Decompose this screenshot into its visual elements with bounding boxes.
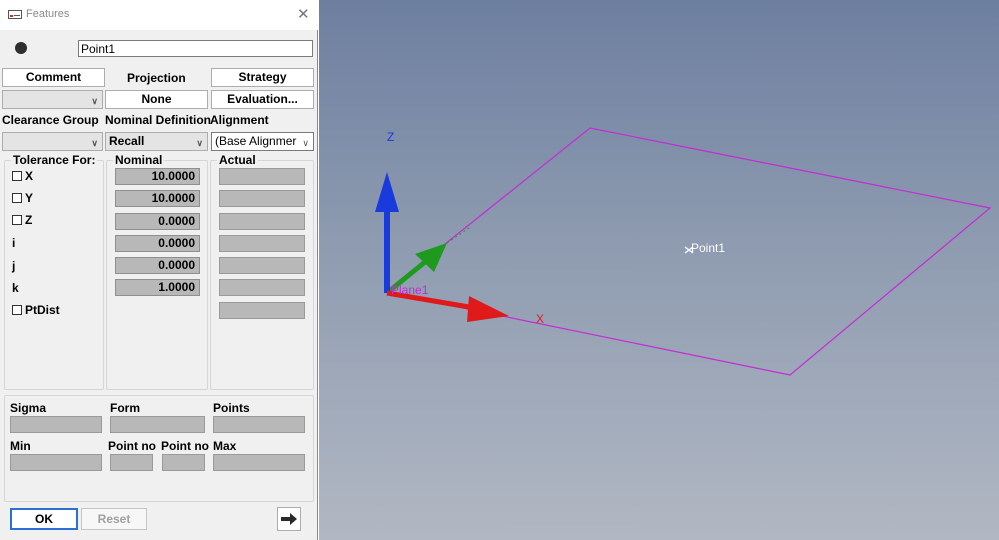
window-title: Features	[26, 8, 70, 20]
tolerance-ptdist-label: PtDist	[25, 303, 60, 317]
tolerance-k-label: k	[12, 281, 19, 295]
nominal-definition-select[interactable]: Recall ∨	[105, 132, 208, 151]
nominal-i-value[interactable]: 0.0000	[115, 235, 200, 252]
nominal-definition-label: Nominal Definition	[105, 113, 211, 127]
x-axis-arrow	[386, 290, 509, 322]
nominal-title: Nominal	[113, 153, 165, 167]
tolerance-y-label: Y	[25, 191, 34, 205]
point1-label: Point1	[691, 241, 726, 255]
max-value	[213, 454, 305, 471]
right-arrow-icon	[281, 513, 297, 525]
reset-button: Reset	[81, 508, 147, 530]
actual-i-value[interactable]	[219, 235, 305, 252]
nominal-j-value[interactable]: 0.0000	[115, 257, 200, 274]
sigma-value	[10, 416, 102, 433]
z-axis-label: Z	[387, 130, 395, 144]
clearance-group-label: Clearance Group	[2, 113, 99, 127]
chevron-down-icon: ∨	[302, 138, 309, 148]
features-dialog: Features ✕ Comment Projection Strategy ∨…	[0, 0, 318, 540]
alignment-value: (Base Alignmer	[215, 134, 297, 148]
tolerance-i-label: i	[12, 236, 16, 250]
tolerance-z-checkbox[interactable]	[12, 215, 22, 225]
actual-y-value[interactable]	[219, 190, 305, 207]
point-no-min-value	[110, 454, 153, 471]
tolerance-for-title: Tolerance For:	[11, 153, 98, 167]
chevron-down-icon: ∨	[91, 138, 98, 148]
point-no-min-label: Point no	[108, 439, 156, 453]
feature-status-icon	[15, 42, 27, 54]
point-no-max-label: Point no	[161, 439, 209, 453]
tolerance-z-label: Z	[25, 213, 33, 227]
tolerance-x-label: X	[25, 169, 34, 183]
tolerance-ptdist-checkbox[interactable]	[12, 305, 22, 315]
nominal-k-value[interactable]: 1.0000	[115, 279, 200, 296]
plane1-label: Plane1	[391, 283, 429, 297]
nominal-x-value[interactable]: 10.0000	[115, 168, 200, 185]
actual-j-value[interactable]	[219, 257, 305, 274]
app-icon	[8, 10, 22, 19]
point-no-max-value	[162, 454, 205, 471]
right-arrow-button[interactable]	[277, 507, 301, 531]
projection-label: Projection	[127, 71, 186, 85]
ok-button[interactable]: OK	[10, 508, 78, 530]
form-label: Form	[110, 401, 140, 415]
nominal-y-value[interactable]: 10.0000	[115, 190, 200, 207]
viewport-canvas	[375, 127, 992, 376]
feature-name-input[interactable]	[78, 40, 313, 57]
nominal-definition-value: Recall	[109, 134, 145, 148]
projection-none-button[interactable]: None	[105, 90, 208, 109]
form-value	[110, 416, 205, 433]
chevron-down-icon: ∨	[196, 138, 203, 148]
comment-type-select[interactable]: ∨	[2, 90, 103, 109]
actual-title: Actual	[217, 153, 258, 167]
close-icon[interactable]: ✕	[297, 5, 310, 23]
alignment-select[interactable]: (Base Alignmer ∨	[211, 132, 314, 151]
evaluation-button[interactable]: Evaluation...	[211, 90, 314, 109]
alignment-label: Alignment	[210, 113, 269, 127]
points-label: Points	[213, 401, 250, 415]
actual-ptdist-value[interactable]	[219, 302, 305, 319]
chevron-down-icon: ∨	[91, 96, 98, 106]
sigma-label: Sigma	[10, 401, 47, 415]
clearance-group-select[interactable]: ∨	[2, 132, 103, 151]
min-label: Min	[10, 439, 31, 453]
max-label: Max	[213, 439, 237, 453]
tolerance-y-checkbox[interactable]	[12, 193, 22, 203]
nominal-z-value[interactable]: 0.0000	[115, 213, 200, 230]
actual-z-value[interactable]	[219, 213, 305, 230]
comment-button[interactable]: Comment	[2, 68, 105, 87]
min-value	[10, 454, 102, 471]
z-axis-arrow	[375, 172, 399, 293]
actual-k-value[interactable]	[219, 279, 305, 296]
actual-x-value[interactable]	[219, 168, 305, 185]
title-bar: Features ✕	[0, 0, 318, 30]
statistics-panel	[4, 395, 314, 502]
x-axis-label: X	[536, 312, 545, 326]
points-value	[213, 416, 305, 433]
tolerance-j-label: j	[12, 259, 16, 273]
tolerance-x-checkbox[interactable]	[12, 171, 22, 181]
strategy-button[interactable]: Strategy	[211, 68, 314, 87]
graphics-viewport[interactable]: Z X Plane1 Point1	[319, 0, 999, 540]
